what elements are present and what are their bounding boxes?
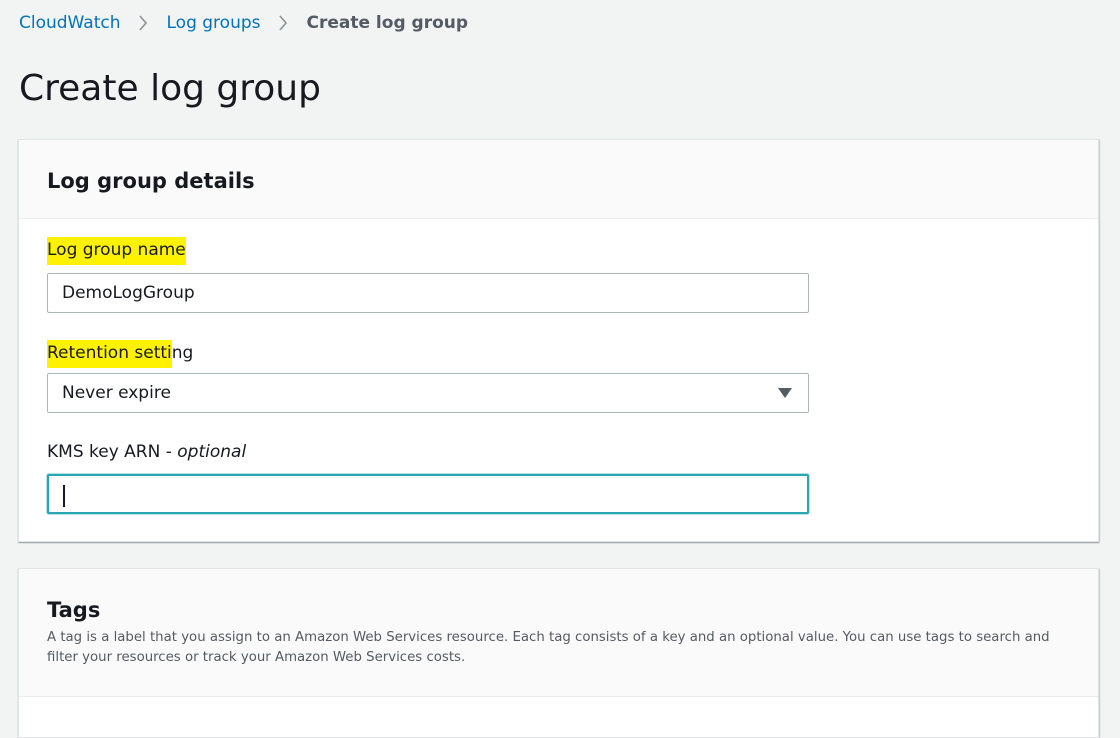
log-group-name-label-text: Log group name xyxy=(47,237,186,265)
kms-key-arn-label: KMS key ARN - optional xyxy=(47,440,246,464)
caret-down-icon xyxy=(778,388,792,398)
kms-label-optional: optional xyxy=(177,442,247,462)
retention-selected-value: Never expire xyxy=(62,383,171,403)
retention-setting-label: Retention setting xyxy=(47,340,194,368)
panel-header: Log group details xyxy=(19,140,1098,219)
retention-label-rest: ng xyxy=(171,343,194,363)
page-title: Create log group xyxy=(19,68,321,109)
log-group-name-input[interactable] xyxy=(47,273,809,313)
breadcrumb-current: Create log group xyxy=(306,13,469,33)
text-cursor xyxy=(63,485,65,507)
panel-header: Tags A tag is a label that you assign to… xyxy=(19,569,1098,697)
kms-key-arn-input[interactable] xyxy=(47,474,809,514)
kms-label-text: KMS key ARN - xyxy=(47,442,178,462)
breadcrumb-cloudwatch-link[interactable]: CloudWatch xyxy=(19,13,121,33)
panel-title: Tags xyxy=(47,598,101,622)
panel-title: Log group details xyxy=(47,169,255,193)
chevron-right-icon xyxy=(132,15,154,31)
chevron-right-icon xyxy=(272,15,294,31)
breadcrumb-log-groups-link[interactable]: Log groups xyxy=(167,13,261,33)
tags-panel: Tags A tag is a label that you assign to… xyxy=(18,568,1099,738)
retention-label-highlighted: Retention setti xyxy=(47,340,172,368)
breadcrumb: CloudWatch Log groups Create log group xyxy=(19,11,468,35)
retention-setting-select[interactable]: Never expire xyxy=(47,373,809,413)
log-group-details-panel: Log group details Log group name Retenti… xyxy=(18,139,1099,542)
log-group-name-label: Log group name xyxy=(47,237,186,265)
tags-description: A tag is a label that you assign to an A… xyxy=(47,630,1050,665)
